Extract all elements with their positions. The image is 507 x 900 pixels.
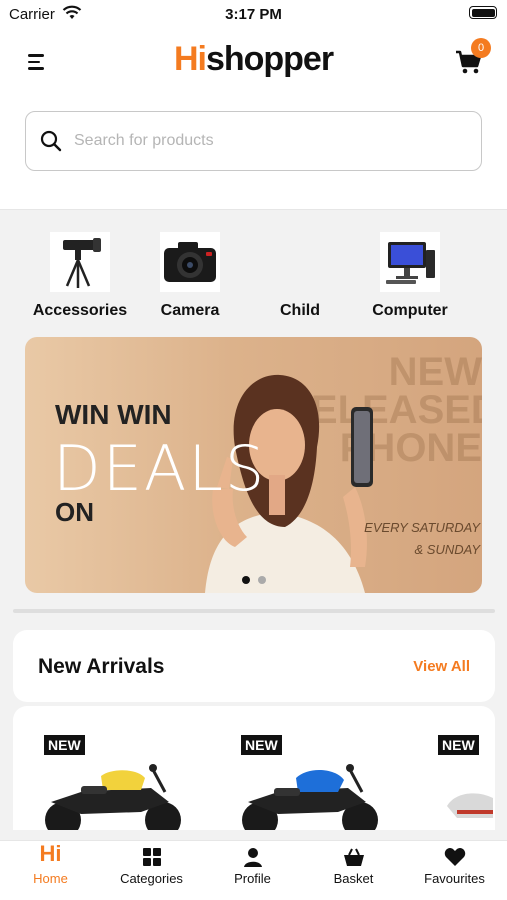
logo-hi: Hi	[173, 40, 207, 78]
category-child[interactable]: Child	[245, 232, 355, 320]
tab-profile[interactable]: Profile	[202, 841, 303, 900]
category-label: Camera	[160, 302, 220, 319]
tab-label: Favourites	[424, 871, 485, 886]
battery-icon	[469, 6, 497, 19]
child-icon	[270, 232, 330, 292]
new-badge: NEW	[438, 735, 479, 755]
heart-icon	[444, 848, 465, 866]
category-label: Computer	[372, 302, 448, 319]
category-label: Child	[280, 302, 320, 319]
new-arrivals-list: NEW NEW NEW	[13, 706, 495, 830]
tab-favourites[interactable]: Favourites	[404, 841, 505, 900]
carousel-dot[interactable]	[257, 576, 266, 584]
product-card[interactable]: NEW	[407, 706, 495, 830]
motorcycle-image	[45, 764, 181, 830]
banner-days-text: EVERY SATURDAY & SUNDAY	[364, 517, 480, 561]
tab-label: Home	[33, 871, 68, 886]
search-section	[0, 96, 507, 210]
category-accessories[interactable]: Accessories	[25, 232, 135, 320]
category-list: Accessories Camera Child Computer	[0, 232, 507, 324]
search-box[interactable]	[25, 111, 482, 171]
new-arrivals-header: New Arrivals View All	[13, 630, 495, 702]
bottom-tab-bar: Hi Home Categories Profile Basket Favour…	[0, 840, 507, 900]
cart-button[interactable]: 0	[455, 38, 491, 76]
tab-label: Basket	[333, 871, 374, 886]
tab-label: Categories	[120, 871, 183, 886]
hi-logo-icon: Hi	[39, 841, 62, 866]
category-label: Accessories	[32, 302, 128, 319]
carousel-dots	[25, 571, 482, 589]
banner-deals-text: DEALS	[53, 432, 267, 505]
app-header: Hishopper 0	[0, 28, 507, 96]
status-bar: Carrier 3:17 PM	[0, 0, 507, 28]
view-all-link[interactable]: View All	[413, 658, 470, 675]
tab-home[interactable]: Hi Home	[0, 841, 101, 900]
category-camera[interactable]: Camera	[135, 232, 245, 320]
clock: 3:17 PM	[225, 6, 282, 23]
computer-icon	[380, 232, 440, 292]
search-input[interactable]	[74, 126, 464, 156]
section-divider	[13, 609, 495, 613]
section-title: New Arrivals	[38, 655, 165, 678]
banner-days-line: & SUNDAY	[414, 542, 481, 557]
logo-rest: shopper	[205, 40, 334, 78]
tab-categories[interactable]: Categories	[101, 841, 202, 900]
search-icon	[40, 130, 62, 152]
cart-count-badge: 0	[471, 38, 491, 58]
banner-days-line: EVERY SATURDAY	[364, 520, 480, 535]
tripod-lens-icon	[50, 232, 110, 292]
new-badge: NEW	[44, 735, 85, 755]
basket-icon	[343, 848, 364, 866]
product-card[interactable]: NEW	[210, 706, 400, 830]
grid-icon	[142, 848, 161, 866]
tab-label: Profile	[234, 871, 271, 886]
app-logo: Hishopper	[0, 40, 507, 79]
camera-icon	[160, 232, 220, 292]
motorcycle-image	[242, 764, 378, 830]
user-icon	[243, 848, 262, 867]
carousel-dot[interactable]	[241, 576, 250, 584]
banner-on-text: ON	[55, 497, 94, 527]
tab-basket[interactable]: Basket	[303, 841, 404, 900]
category-computer[interactable]: Computer	[355, 232, 465, 320]
motorcycle-image	[447, 793, 493, 818]
banner-headline: WIN WIN	[55, 399, 172, 430]
product-card[interactable]: NEW	[13, 706, 203, 830]
promo-banner[interactable]: NEW RELEASED PHONE WIN WIN DEALS ON EVER…	[25, 337, 482, 593]
new-badge: NEW	[241, 735, 282, 755]
